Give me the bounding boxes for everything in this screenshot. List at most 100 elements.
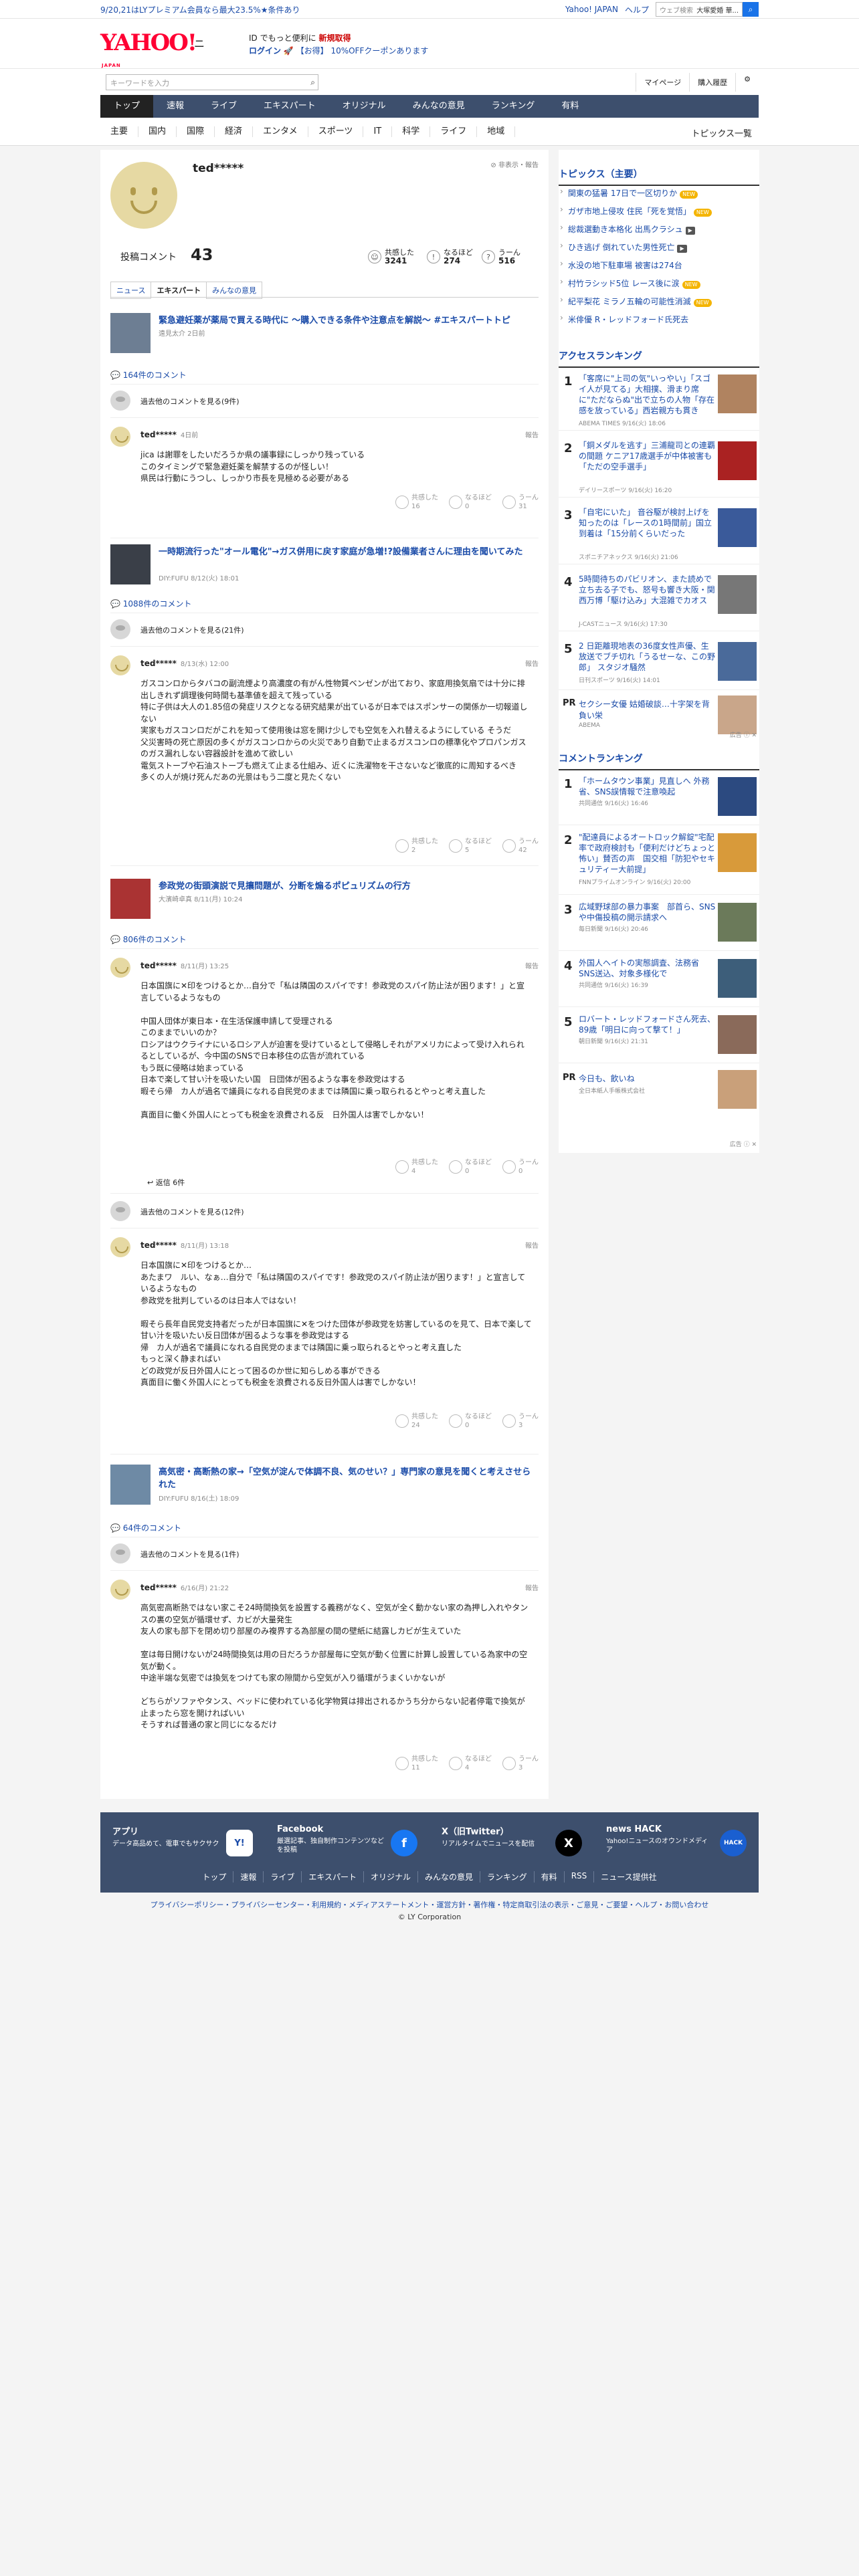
uun-button[interactable]: うーん 31 [502, 494, 539, 511]
footer-newshack[interactable]: news HACK Yahoo!ニュースのオウンドメディア HACK [606, 1824, 760, 1864]
nav-live[interactable]: ライブ [197, 95, 250, 118]
comment-ranking-item[interactable]: 1 「ホームタウン事業」見直しへ 外務省、SNS誤情報で注意喚起 共同通信 9/… [559, 772, 759, 825]
article-title[interactable]: 参政党の街頭演説で見攘問題が、分断を煽るポピュリズムの行方 [159, 880, 539, 893]
cat-science[interactable]: 科学 [392, 126, 431, 137]
topic-item[interactable]: 紀平梨花 ミラノ五輪の可能性消滅NEW [559, 295, 759, 307]
nav-opinion[interactable]: みんなの意見 [399, 95, 478, 118]
show-previous-comments[interactable]: 過去他のコメントを見る(9件) [110, 391, 539, 411]
comment-author[interactable]: ted***** [140, 430, 177, 439]
ranking-item[interactable]: 1 「客席に"上司の気"いっやい」「スゴイ人が見てる」大相撲、滑まり席に"ただな… [559, 369, 759, 431]
comment-count-link[interactable]: 💬 64件のコメント [110, 1522, 181, 1533]
report-link[interactable]: 報告 [525, 429, 539, 439]
ranking-item[interactable]: 3 「自宅にいた」 音谷駆が検討上げを知ったのは「レースの1時間前」国立到着は「… [559, 503, 759, 564]
uun-button[interactable]: うーん 42 [502, 837, 539, 855]
footer-link-ranking[interactable]: ランキング [480, 1871, 534, 1883]
comment-ranking-item[interactable]: 4 外国人ヘイトの実態調査、法務省 SNS送込、対象多様化で 共同通信 9/16… [559, 954, 759, 1007]
empathy-button[interactable]: 共感した 24 [395, 1412, 438, 1430]
history-button[interactable]: 購入履歴 [689, 73, 735, 92]
mypage-button[interactable]: マイページ [636, 73, 689, 92]
report-link[interactable]: 報告 [525, 1240, 539, 1250]
pr-item[interactable]: PR セクシー女優 姑婚破談…十字架を背負い栄 ABEMA [559, 693, 759, 734]
gear-icon[interactable]: ⚙ [735, 73, 759, 92]
topic-item[interactable]: 総裁選動き本格化 出馬クラシュ▶ [559, 223, 759, 235]
yahoo-logo[interactable]: YAHOO! JAPAN ニュース [100, 29, 205, 130]
nav-ranking[interactable]: ランキング [478, 95, 549, 118]
pr-item[interactable]: PR 今日も、飲いね 全日本紙人手帳株式会社 [559, 1067, 759, 1109]
ad-label[interactable]: 広告 ⓘ ✕ [730, 1140, 757, 1148]
article-title[interactable]: 高気密・高断熱の家→「空気が淀んで体調不良、気のせい？」専門家の意見を聞くと考え… [159, 1466, 539, 1491]
ranking-item[interactable]: 4 5時間待ちのパビリオン、また読めで立ち去る子でも、怒号も響き大阪・関西万博「… [559, 570, 759, 631]
topic-item[interactable]: 水没の地下駐車場 被害は274台 [559, 259, 759, 271]
show-previous-comments[interactable]: 過去他のコメントを見る(1件) [110, 1543, 539, 1564]
uun-button[interactable]: うーん 0 [502, 1158, 539, 1176]
cat-local[interactable]: 地域 [477, 126, 516, 137]
footer-x[interactable]: X（旧Twitter） リアルタイムでニュースを配信 X [442, 1824, 595, 1864]
topics-list-link[interactable]: トピックス一覧 [691, 126, 752, 139]
help-link[interactable]: ヘルプ [625, 4, 649, 15]
topic-item[interactable]: 関東の猛暑 17日で一区切りかNEW [559, 187, 759, 199]
empathy-button[interactable]: 共感した 11 [395, 1755, 438, 1772]
footer-link-top[interactable]: トップ [195, 1871, 233, 1883]
reply-toggle[interactable]: ↩ 返信 6件 [147, 1177, 185, 1188]
cat-business[interactable]: 経済 [215, 126, 254, 137]
topic-item[interactable]: ひき逃げ 倒れていた男性死亡▶ [559, 241, 759, 253]
report-link[interactable]: 報告 [525, 658, 539, 668]
cat-domestic[interactable]: 国内 [138, 126, 177, 137]
ranking-item[interactable]: 5 2 日距離現地表の36度女性声優、生放送でブチ切れ「うるせーな、この野郎」 … [559, 637, 759, 690]
comment-count-link[interactable]: 💬 1088件のコメント [110, 598, 191, 609]
naruhodo-button[interactable]: なるほど 4 [449, 1755, 492, 1772]
register-link[interactable]: 新規取得 [318, 33, 351, 43]
nav-expert[interactable]: エキスパート [250, 95, 329, 118]
login-link[interactable]: ログイン [249, 46, 281, 56]
cat-it[interactable]: IT [363, 126, 393, 137]
article-card[interactable]: 高気密・高断熱の家→「空気が淀んで体調不良、気のせい？」専門家の意見を聞くと考え… [110, 1465, 539, 1505]
empathy-button[interactable]: 共感した 16 [395, 494, 438, 511]
cat-entertainment[interactable]: エンタメ [253, 126, 308, 137]
search-icon[interactable]: ⌕ [310, 78, 315, 88]
coupon-link[interactable]: 【お得】 10%OFFクーポンあります [296, 46, 429, 56]
nav-breaking[interactable]: 速報 [153, 95, 197, 118]
naruhodo-button[interactable]: なるほど 5 [449, 837, 492, 855]
comment-author[interactable]: ted***** [140, 659, 177, 668]
naruhodo-button[interactable]: なるほど 0 [449, 494, 492, 511]
topic-item[interactable]: 米俳優 R・レッドフォード氏死去 [559, 313, 759, 325]
cat-sports[interactable]: スポーツ [308, 126, 364, 137]
ranking-item[interactable]: 2 「銅メダルを逃す」三浦龍司との連覇の間題 ケニア17歳選手が中体被害も「ただ… [559, 436, 759, 498]
comment-count-link[interactable]: 💬 806件のコメント [110, 934, 187, 945]
article-card[interactable]: 一時期流行った"オール電化"→ガス併用に戻す家庭が急増!?設備業者さんに理由を聞… [110, 544, 539, 584]
show-previous-comments[interactable]: 過去他のコメントを見る(21件) [110, 619, 539, 639]
cat-main[interactable]: 主要 [100, 126, 139, 137]
article-title[interactable]: 一時期流行った"オール電化"→ガス併用に戻す家庭が急増!?設備業者さんに理由を聞… [159, 546, 539, 558]
topic-item[interactable]: 村竹ラシッド5位 レース後に涙NEW [559, 277, 759, 289]
footer-link-expert[interactable]: エキスパート [301, 1871, 363, 1883]
article-title[interactable]: 緊急避妊薬が薬局で買える時代に 〜購入できる条件や注意点を解説〜 #エキスパート… [159, 314, 539, 327]
legal-links[interactable]: プライバシーポリシー・プライバシーセンター・利用規約・メディアステートメント・運… [100, 1899, 759, 1911]
topic-item[interactable]: ガザ市地上侵攻 住民「死を覚悟」NEW [559, 205, 759, 217]
footer-app[interactable]: アプリ データ高品めて、電車でもサクサク Y! [112, 1824, 266, 1864]
uun-button[interactable]: うーん 3 [502, 1755, 539, 1772]
comment-count-link[interactable]: 💬 164件のコメント [110, 369, 187, 381]
keyword-search-input[interactable]: キーワードを入力 ⌕ [106, 74, 318, 90]
article-card[interactable]: 参政党の街頭演説で見攘問題が、分断を煽るポピュリズムの行方 大濱崎卓真 8/11… [110, 879, 539, 919]
footer-facebook[interactable]: Facebook 厳選記事、独自制作コンテンツなどを投稿 f [277, 1824, 431, 1864]
empathy-button[interactable]: 共感した 4 [395, 1158, 438, 1176]
footer-link-paid[interactable]: 有料 [533, 1871, 564, 1883]
nav-original[interactable]: オリジナル [329, 95, 399, 118]
comment-ranking-item[interactable]: 3 広域野球部の暴力事案 部首ら、SNSや中傷投稿の開示請求へ 毎日新聞 9/1… [559, 897, 759, 951]
footer-link-providers[interactable]: ニュース提供社 [593, 1871, 663, 1883]
nav-top[interactable]: トップ [100, 95, 154, 118]
empathy-button[interactable]: 共感した 2 [395, 837, 438, 855]
comment-ranking-item[interactable]: 5 ロバート・レッドフォードさん死去、89歳「明日に向って撃て！」 朝日新聞 9… [559, 1010, 759, 1063]
nav-paid[interactable]: 有料 [548, 95, 592, 118]
article-card[interactable]: 緊急避妊薬が薬局で買える時代に 〜購入できる条件や注意点を解説〜 #エキスパート… [110, 313, 539, 353]
cat-life[interactable]: ライフ [430, 126, 478, 137]
report-link[interactable]: 報告 [525, 1582, 539, 1592]
comment-ranking-item[interactable]: 2 "配達員によるオートロック解錠"宅配率で政府検討も「便利だけどちょっと怖い」… [559, 828, 759, 895]
footer-link-rss[interactable]: RSS [563, 1871, 594, 1883]
footer-link-breaking[interactable]: 速報 [233, 1871, 263, 1883]
comment-author[interactable]: ted***** [140, 1583, 177, 1592]
cat-world[interactable]: 国際 [177, 126, 215, 137]
footer-link-opinion[interactable]: みんなの意見 [417, 1871, 480, 1883]
uun-button[interactable]: うーん 3 [502, 1412, 539, 1430]
ad-label[interactable]: 広告 ⓘ ✕ [730, 730, 757, 739]
